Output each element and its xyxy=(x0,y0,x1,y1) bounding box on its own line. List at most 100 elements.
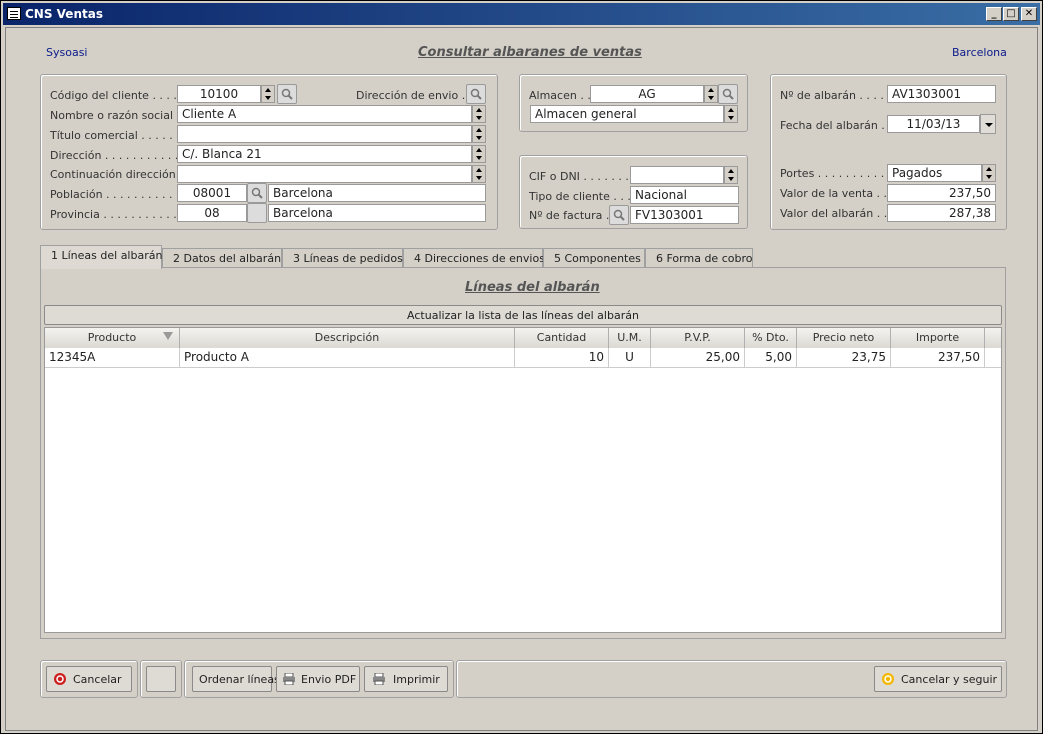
tab-forma-cobro[interactable]: 6 Forma de cobro xyxy=(645,248,753,268)
cell-um[interactable]: U xyxy=(609,348,651,367)
warehouse-code-field[interactable]: AG xyxy=(590,85,704,103)
column-header-spacer xyxy=(985,328,1001,348)
client-type-field[interactable]: Nacional xyxy=(630,186,739,204)
warehouse-name-field[interactable]: Almacen general xyxy=(530,105,724,123)
shipping-cost-field[interactable]: Pagados xyxy=(887,164,982,182)
commercial-title-spinner[interactable] xyxy=(472,125,486,143)
title-bar[interactable]: CNS Ventas _ □ ✕ xyxy=(3,3,1040,25)
search-icon xyxy=(613,209,625,221)
cell-descripcion[interactable]: Producto A xyxy=(180,348,515,367)
lines-panel: Líneas del albarán Actualizar la lista d… xyxy=(40,267,1006,639)
cancel-button[interactable]: Cancelar xyxy=(46,666,132,692)
cell-cantidad[interactable]: 10 xyxy=(515,348,609,367)
town-field[interactable]: Barcelona xyxy=(268,184,486,202)
close-button[interactable]: ✕ xyxy=(1021,7,1037,21)
search-icon xyxy=(722,88,734,100)
row-divider xyxy=(45,367,1001,368)
column-header-precio-neto[interactable]: Precio neto xyxy=(797,328,891,348)
cancel-and-continue-label: Cancelar y seguir xyxy=(901,673,998,686)
valor-albaran-label: Valor del albarán . . . xyxy=(780,207,895,220)
province-code-field[interactable]: 08 xyxy=(177,204,247,222)
warehouse-search-button[interactable] xyxy=(718,84,738,104)
order-lines-button[interactable]: Ordenar líneas xyxy=(192,666,280,692)
continue-icon xyxy=(882,673,894,685)
blank-button[interactable] xyxy=(146,666,176,692)
invoice-number-field[interactable]: FV1303001 xyxy=(630,206,739,224)
cif-field[interactable] xyxy=(630,166,724,184)
cell-dto[interactable]: 5,00 xyxy=(745,348,797,367)
column-header-producto[interactable]: Producto xyxy=(45,328,180,348)
address-spinner[interactable] xyxy=(472,145,486,163)
albaran-number-label: Nº de albarán . . . . . xyxy=(780,89,891,102)
tab-lineas-albaran[interactable]: 1 Líneas del albarán xyxy=(40,245,162,269)
client-name-spinner[interactable] xyxy=(472,105,486,123)
titulo-label: Título comercial . . . . . . . xyxy=(50,129,187,142)
column-header-descripcion[interactable]: Descripción xyxy=(180,328,515,348)
city-label: Barcelona xyxy=(952,46,1007,59)
warehouse-name-spinner[interactable] xyxy=(724,105,738,123)
client-code-field[interactable]: 10100 xyxy=(177,85,261,103)
tab-direcciones-envios[interactable]: 4 Direcciones de envios xyxy=(403,248,545,268)
codigo-label: Código del cliente . . . . . xyxy=(50,89,184,102)
commercial-title-field[interactable] xyxy=(177,125,472,143)
cell-pvp[interactable]: 25,00 xyxy=(651,348,745,367)
print-button[interactable]: Imprimir xyxy=(364,666,448,692)
tab-datos-albaran[interactable]: 2 Datos del albarán xyxy=(162,248,282,268)
column-header-importe[interactable]: Importe xyxy=(891,328,985,348)
cancel-button-label: Cancelar xyxy=(73,673,122,686)
postal-code-field[interactable]: 08001 xyxy=(177,184,247,202)
tab-lineas-pedidos[interactable]: 3 Líneas de pedidos xyxy=(282,248,403,268)
factura-label: Nº de factura . . xyxy=(529,209,617,222)
province-search-button[interactable] xyxy=(247,203,267,223)
maximize-button[interactable]: □ xyxy=(1003,7,1019,21)
pdf-button-label: Envio PDF xyxy=(301,673,357,686)
lines-table: Producto Descripción Cantidad U.M. P.V.P… xyxy=(44,327,1002,633)
cancel-icon xyxy=(54,673,66,685)
cif-label: CIF o DNI . . . . . . . xyxy=(529,170,629,183)
cell-precio-neto[interactable]: 23,75 xyxy=(797,348,891,367)
address-continuation-field[interactable] xyxy=(177,165,472,183)
poblacion-label: Población . . . . . . . . . . . xyxy=(50,188,180,201)
company-name: Sysoasi xyxy=(46,46,88,59)
lines-title: Líneas del albarán xyxy=(465,280,600,295)
province-field[interactable]: Barcelona xyxy=(268,204,486,222)
sale-value-field[interactable]: 237,50 xyxy=(887,184,996,202)
refresh-lines-button[interactable]: Actualizar la lista de las líneas del al… xyxy=(44,305,1002,325)
tab-componentes[interactable]: 5 Componentes xyxy=(543,248,645,268)
direccion-label: Dirección . . . . . . . . . . . xyxy=(50,149,179,162)
cif-spinner[interactable] xyxy=(724,166,738,184)
column-header-dto[interactable]: % Dto. xyxy=(745,328,797,348)
delivery-note-number-field[interactable]: AV1303001 xyxy=(887,85,996,103)
date-dropdown-arrow[interactable] xyxy=(980,114,996,134)
form-area: Sysoasi Consultar albaranes de ventas Ba… xyxy=(5,27,1038,731)
delivery-note-value-field[interactable]: 287,38 xyxy=(887,204,996,222)
search-icon xyxy=(251,187,263,199)
warehouse-code-spinner[interactable] xyxy=(704,85,718,103)
town-search-button[interactable] xyxy=(247,183,267,203)
client-name-field[interactable]: Cliente A xyxy=(177,105,472,123)
printer-icon xyxy=(373,673,385,685)
app-window: CNS Ventas _ □ ✕ Sysoasi Consultar albar… xyxy=(0,0,1043,734)
delivery-note-date-field[interactable]: 11/03/13 xyxy=(887,115,980,133)
column-header-cantidad[interactable]: Cantidad xyxy=(515,328,609,348)
cell-importe[interactable]: 237,50 xyxy=(891,348,985,367)
nombre-label: Nombre o razón social . . xyxy=(50,109,188,122)
provincia-label: Provincia . . . . . . . . . . . xyxy=(50,208,177,221)
search-icon xyxy=(470,88,482,100)
shipping-address-search-button[interactable] xyxy=(466,84,486,104)
shipping-cost-spinner[interactable] xyxy=(982,164,996,182)
continuacion-label: Continuación dirección . . xyxy=(50,168,190,181)
minimize-button[interactable]: _ xyxy=(986,7,1002,21)
client-code-spinner[interactable] xyxy=(261,85,275,103)
client-search-button[interactable] xyxy=(277,84,297,104)
almacen-label: Almacen . . . xyxy=(529,89,598,102)
column-header-um[interactable]: U.M. xyxy=(609,328,651,348)
cell-producto[interactable]: 12345A xyxy=(45,348,180,367)
column-header-pvp[interactable]: P.V.P. xyxy=(651,328,745,348)
address-continuation-spinner[interactable] xyxy=(472,165,486,183)
page-title: Consultar albaranes de ventas xyxy=(418,45,642,60)
cancel-and-continue-button[interactable]: Cancelar y seguir xyxy=(874,666,1002,692)
invoice-search-button[interactable] xyxy=(609,205,629,225)
address-field[interactable]: C/. Blanca 21 xyxy=(177,145,472,163)
pdf-button[interactable]: Envio PDF xyxy=(276,666,360,692)
